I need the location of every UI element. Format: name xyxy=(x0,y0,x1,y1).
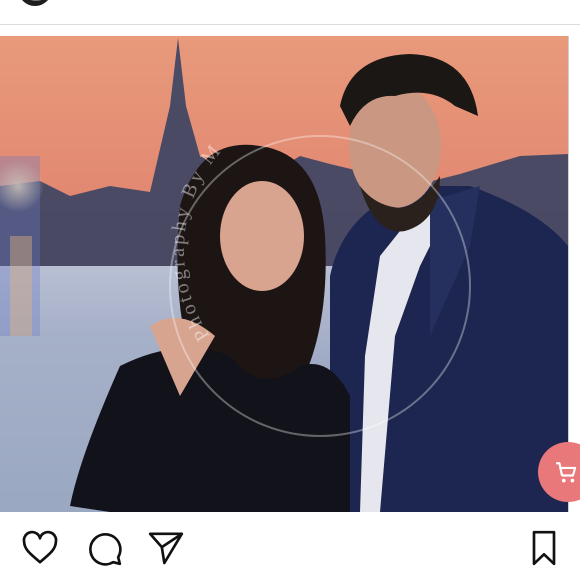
post-actions xyxy=(0,512,580,580)
post-photo xyxy=(0,36,580,512)
send-icon xyxy=(148,532,184,565)
share-button[interactable] xyxy=(146,528,186,568)
woman-face xyxy=(220,181,304,291)
comment-button[interactable] xyxy=(84,528,124,568)
avatar-ring xyxy=(24,0,48,1)
like-button[interactable] xyxy=(20,528,60,568)
save-button[interactable] xyxy=(524,528,564,568)
bookmark-icon xyxy=(532,530,556,566)
instagram-post-screen: Photography By M xyxy=(0,0,580,580)
shopping-cart-icon xyxy=(556,462,577,483)
post-header xyxy=(0,0,580,25)
image-edge xyxy=(568,36,580,512)
heart-icon xyxy=(22,530,58,564)
avatar[interactable] xyxy=(18,0,52,6)
comment-icon xyxy=(89,533,122,566)
post-image[interactable]: Photography By M xyxy=(0,36,580,512)
bokeh-light xyxy=(10,236,32,336)
